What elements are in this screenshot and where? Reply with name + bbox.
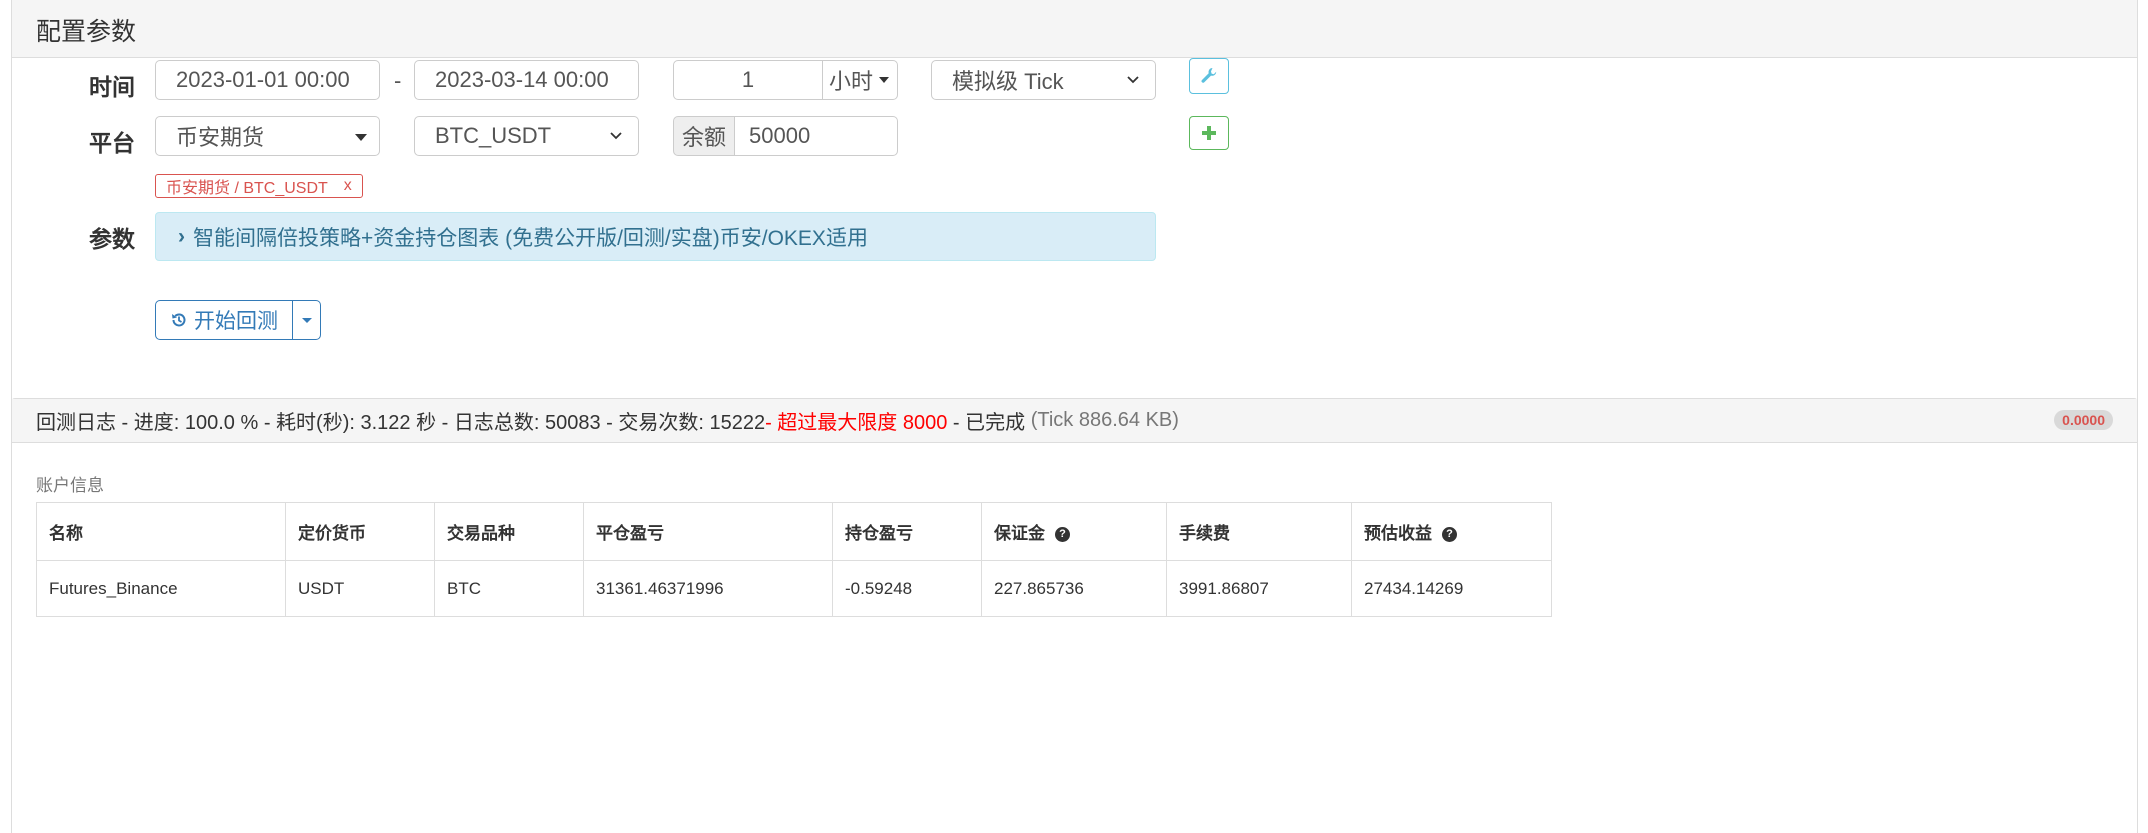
run-options-dropdown[interactable] <box>293 300 321 340</box>
column-header-fee: 手续费 <box>1166 502 1352 561</box>
exchange-tag-label: 币安期货 / BTC_USDT <box>166 180 328 197</box>
balance-label: 余额 <box>673 116 735 156</box>
cell-estimated-profit: 27434.14269 <box>1351 560 1552 617</box>
cell-fee: 3991.86807 <box>1166 560 1352 617</box>
tick-size-text: (Tick 886.64 KB) <box>1030 409 1179 431</box>
column-header-name: 名称 <box>36 502 286 561</box>
time-label: 时间 <box>89 74 135 100</box>
column-header-margin: 保证金? <box>981 502 1167 561</box>
start-date-input[interactable]: 2023-01-01 00:00 <box>155 60 380 100</box>
strategy-title: 智能间隔倍投策略+资金持仓图表 (免费公开版/回测/实盘)币安/OKEX适用 <box>193 226 868 250</box>
balance-value: 50000 <box>749 123 811 148</box>
limit-warning-text: - 超过最大限度 8000 <box>765 412 948 434</box>
completed-text: - 已完成 <box>947 412 1031 434</box>
backtest-log-panel: 回测日志 - 进度: 100.0 % - 耗时(秒): 3.122 秒 - 日志… <box>11 398 2138 833</box>
strategy-params-toggle[interactable]: › 智能间隔倍投策略+资金持仓图表 (免费公开版/回测/实盘)币安/OKEX适用 <box>155 212 1156 261</box>
tick-mode-select[interactable]: 模拟级 Tick <box>931 60 1156 100</box>
column-header-position-pnl: 持仓盈亏 <box>832 502 982 561</box>
caret-down-icon <box>355 134 367 141</box>
period-unit-label: 小时 <box>828 69 873 94</box>
params-label: 参数 <box>89 226 135 252</box>
balance-input[interactable]: 50000 <box>734 116 898 156</box>
profit-badge: 0.0000 <box>2054 410 2113 430</box>
add-exchange-button[interactable] <box>1189 116 1229 150</box>
question-circle-icon[interactable]: ? <box>1055 526 1070 542</box>
cell-margin: 227.865736 <box>981 560 1167 617</box>
wrench-icon <box>1201 68 1217 83</box>
cell-name: Futures_Binance <box>36 560 286 617</box>
cell-symbol: BTC <box>434 560 584 617</box>
column-header-estimated-profit: 预估收益? <box>1351 502 1552 561</box>
caret-down-icon <box>879 76 891 84</box>
run-backtest-label: 开始回测 <box>194 310 278 333</box>
backtest-log-header: 回测日志 - 进度: 100.0 % - 耗时(秒): 3.122 秒 - 日志… <box>12 399 2137 443</box>
backtest-status-text: 回测日志 - 进度: 100.0 % - 耗时(秒): 3.122 秒 - 日志… <box>36 412 766 434</box>
column-header-symbol: 交易品种 <box>434 502 584 561</box>
exchange-value: 币安期货 <box>176 125 265 150</box>
end-date-input[interactable]: 2023-03-14 00:00 <box>414 60 639 100</box>
cell-quote-currency: USDT <box>285 560 435 617</box>
estimated-profit-header-label: 预估收益 <box>1364 524 1432 543</box>
caret-down-icon <box>302 318 312 323</box>
pair-value: BTC_USDT <box>435 123 552 148</box>
table-row: Futures_Binance USDT BTC 31361.46371996 … <box>36 560 1552 617</box>
history-icon <box>172 313 186 327</box>
period-value: 1 <box>741 67 755 92</box>
chevron-right-icon: › <box>178 224 185 248</box>
date-range-separator: - <box>394 68 402 93</box>
tick-mode-value: 模拟级 Tick <box>952 69 1064 94</box>
exchange-dropdown[interactable]: 币安期货 <box>155 116 380 156</box>
period-value-input[interactable]: 1 <box>673 60 823 100</box>
cell-closed-pnl: 31361.46371996 <box>583 560 833 617</box>
pair-select[interactable]: BTC_USDT <box>414 116 639 156</box>
config-panel-title: 配置参数 <box>12 0 2137 58</box>
run-backtest-button[interactable]: 开始回测 <box>155 300 293 340</box>
plus-icon <box>1202 126 1216 140</box>
remove-tag-button[interactable]: x <box>344 177 352 195</box>
table-header-row: 名称 定价货币 交易品种 平仓盈亏 持仓盈亏 保证金? 手续费 预估收益? <box>36 502 1552 561</box>
account-info-label: 账户信息 <box>36 476 104 495</box>
chevron-down-icon <box>610 132 622 140</box>
chevron-down-icon <box>1127 76 1139 84</box>
question-circle-icon[interactable]: ? <box>1442 526 1457 542</box>
settings-button[interactable] <box>1189 58 1229 94</box>
account-table: 名称 定价货币 交易品种 平仓盈亏 持仓盈亏 保证金? 手续费 预估收益? Fu… <box>36 502 1552 617</box>
run-backtest-group: 开始回测 <box>155 300 321 340</box>
platform-label: 平台 <box>89 130 135 156</box>
start-date-value: 2023-01-01 00:00 <box>176 67 350 92</box>
margin-header-label: 保证金 <box>994 524 1045 543</box>
cell-position-pnl: -0.59248 <box>832 560 982 617</box>
exchange-tag: 币安期货 / BTC_USDT x <box>155 174 363 198</box>
column-header-quote-currency: 定价货币 <box>285 502 435 561</box>
period-unit-dropdown[interactable]: 小时 <box>822 60 898 100</box>
end-date-value: 2023-03-14 00:00 <box>435 67 609 92</box>
column-header-closed-pnl: 平仓盈亏 <box>583 502 833 561</box>
